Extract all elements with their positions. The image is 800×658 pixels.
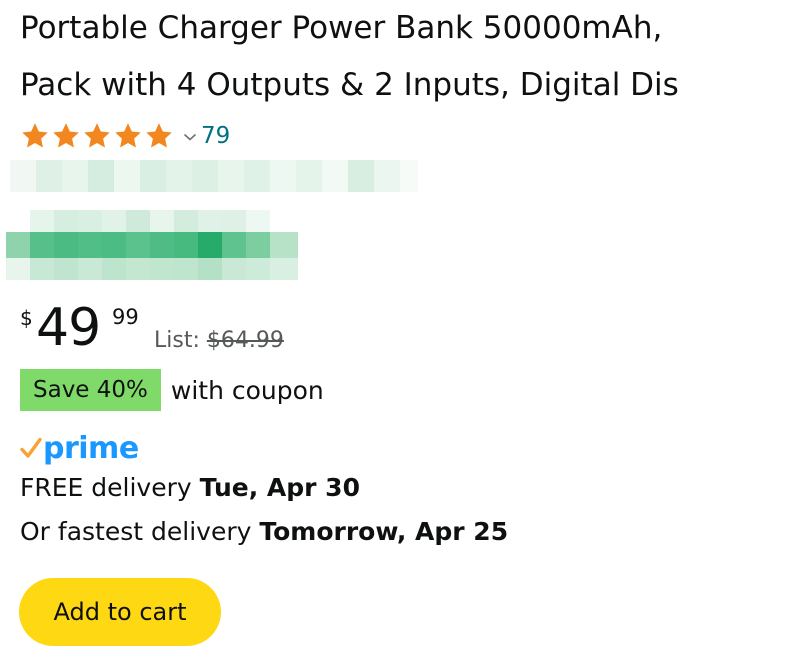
coupon-row: Save 40% with coupon (20, 369, 324, 411)
free-delivery-date: Tue, Apr 30 (199, 473, 360, 502)
product-title: Portable Charger Power Bank 50000mAh, Pa… (20, 0, 800, 114)
prime-logo: prime (43, 430, 139, 466)
chevron-down-icon[interactable] (183, 132, 197, 142)
star-icon (22, 123, 48, 148)
add-to-cart-button[interactable]: Add to cart (19, 578, 221, 646)
price-whole: 49 (36, 298, 101, 358)
coupon-badge[interactable]: Save 40% (20, 369, 161, 411)
free-delivery-line: FREE delivery Tue, Apr 30 (20, 473, 360, 502)
prime-check-icon (20, 437, 42, 458)
rating-count-link[interactable]: 79 (201, 123, 230, 149)
list-price: $64.99 (206, 328, 284, 353)
free-delivery-label: FREE delivery (20, 473, 192, 502)
fastest-delivery-label: Or fastest delivery (20, 517, 252, 546)
rating-row: 79 (20, 118, 230, 154)
star-icon (84, 123, 110, 148)
star-icon (115, 123, 141, 148)
star-rating[interactable] (20, 121, 174, 151)
product-title-line-1: Portable Charger Power Bank 50000mAh, (20, 10, 663, 46)
star-icon (53, 123, 79, 148)
redacted-region (6, 210, 298, 280)
star-icon (146, 123, 172, 148)
redacted-region (10, 160, 418, 192)
product-title-line-2: Pack with 4 Outputs & 2 Inputs, Digital … (20, 67, 679, 103)
fastest-delivery-date: Tomorrow, Apr 25 (259, 517, 509, 546)
list-price-block: List: $64.99 (154, 328, 284, 353)
prime-badge: prime (20, 428, 139, 468)
list-price-label: List: (154, 328, 200, 353)
price-currency-symbol: $ (20, 306, 33, 330)
coupon-text: with coupon (170, 375, 324, 405)
price-fraction: 99 (112, 305, 139, 329)
fastest-delivery-line: Or fastest delivery Tomorrow, Apr 25 (20, 517, 508, 546)
